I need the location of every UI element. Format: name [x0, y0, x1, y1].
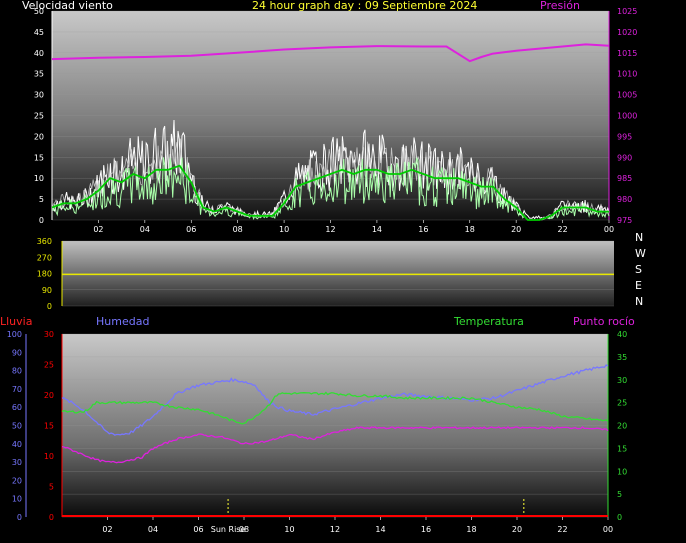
- temperature-y-tick: 40: [617, 330, 627, 339]
- pressure-y-tick: 980: [617, 195, 632, 204]
- wind-x-tick: 12: [325, 225, 335, 234]
- rain-y-tick: 15: [44, 422, 54, 431]
- humidity-y-tick: 20: [12, 476, 22, 485]
- wind-x-tick: 06: [186, 225, 196, 234]
- humidity-y-tick: 50: [12, 422, 22, 431]
- wind-x-tick: 02: [93, 225, 103, 234]
- compass-label: N: [635, 231, 643, 244]
- humidity-y-tick: 80: [12, 367, 22, 376]
- pressure-y-tick: 975: [617, 216, 632, 225]
- humidity-y-tick: 60: [12, 403, 22, 412]
- rain-y-tick: 0: [49, 513, 54, 522]
- pressure-y-tick: 1005: [617, 91, 637, 100]
- humidity-y-tick: 10: [12, 495, 22, 504]
- rain-y-tick: 25: [44, 361, 54, 370]
- temperature-y-tick: 30: [617, 376, 627, 385]
- weather-chart: 0510152025303540455097598098599099510001…: [7, 7, 646, 534]
- temperature-label: Temperatura: [454, 315, 524, 328]
- pressure-label: Presión: [540, 0, 580, 12]
- temperature-y-tick: 25: [617, 399, 627, 408]
- climate-x-tick: 10: [284, 525, 294, 534]
- temperature-y-tick: 35: [617, 353, 627, 362]
- sunrise-label: Sun Rise: [211, 525, 246, 534]
- wind-y-tick: 40: [34, 49, 44, 58]
- wind-speed-label: Velocidad viento: [22, 0, 113, 12]
- humidity-y-tick: 100: [7, 330, 22, 339]
- wind-x-tick: 10: [279, 225, 289, 234]
- humidity-y-tick: 40: [12, 440, 22, 449]
- compass-label: S: [635, 263, 642, 276]
- temperature-y-tick: 15: [617, 444, 627, 453]
- humidity-label: Humedad: [96, 315, 150, 328]
- wind-y-tick: 30: [34, 91, 44, 100]
- wind-x-tick: 14: [372, 225, 382, 234]
- temperature-y-tick: 20: [617, 422, 627, 431]
- wind-x-tick: 22: [557, 225, 567, 234]
- wind-x-tick: 04: [140, 225, 150, 234]
- climate-x-tick: 00: [603, 525, 613, 534]
- humidity-y-tick: 0: [17, 513, 22, 522]
- climate-x-tick: 18: [466, 525, 476, 534]
- humidity-y-tick: 90: [12, 348, 22, 357]
- rain-y-tick: 30: [44, 330, 54, 339]
- wind-y-tick: 15: [34, 153, 44, 162]
- compass-label: N: [635, 295, 643, 308]
- pressure-y-tick: 1000: [617, 112, 637, 121]
- rain-label: Lluvia: [0, 315, 33, 328]
- pressure-y-tick: 995: [617, 132, 632, 141]
- compass-label: E: [635, 279, 642, 292]
- humidity-y-tick: 70: [12, 385, 22, 394]
- wind-y-tick: 5: [39, 195, 44, 204]
- wind-y-tick: 25: [34, 112, 44, 121]
- direction-y-tick: 270: [37, 253, 52, 262]
- direction-y-tick: 90: [42, 286, 52, 295]
- dewpoint-label: Punto rocío: [573, 315, 635, 328]
- wind-y-tick: 0: [39, 216, 44, 225]
- wind-x-tick: 16: [418, 225, 428, 234]
- wind-x-tick: 18: [465, 225, 475, 234]
- climate-x-tick: 06: [193, 525, 203, 534]
- rain-y-tick: 10: [44, 452, 54, 461]
- climate-x-tick: 12: [330, 525, 340, 534]
- direction-y-tick: 360: [37, 237, 52, 246]
- wind-x-tick: 20: [511, 225, 521, 234]
- pressure-y-tick: 1020: [617, 28, 637, 37]
- direction-y-tick: 180: [37, 270, 52, 279]
- wind-y-tick: 35: [34, 70, 44, 79]
- climate-x-tick: 14: [375, 525, 385, 534]
- wind-x-tick: 00: [604, 225, 614, 234]
- temperature-y-tick: 5: [617, 490, 622, 499]
- climate-x-tick: 22: [557, 525, 567, 534]
- pressure-y-tick: 990: [617, 153, 632, 162]
- rain-y-tick: 20: [44, 391, 54, 400]
- wind-x-tick: 08: [233, 225, 243, 234]
- wind-y-tick: 45: [34, 28, 44, 37]
- climate-x-tick: 16: [421, 525, 431, 534]
- pressure-y-tick: 1015: [617, 49, 637, 58]
- climate-x-tick: 04: [148, 525, 158, 534]
- temperature-y-tick: 10: [617, 467, 627, 476]
- climate-x-tick: 02: [102, 525, 112, 534]
- climate-x-tick: 20: [512, 525, 522, 534]
- pressure-y-tick: 1010: [617, 70, 637, 79]
- pressure-y-tick: 1025: [617, 7, 637, 16]
- wind-y-tick: 20: [34, 132, 44, 141]
- pressure-y-tick: 985: [617, 174, 632, 183]
- wind-y-tick: 10: [34, 174, 44, 183]
- rain-y-tick: 5: [49, 483, 54, 492]
- compass-label: W: [635, 247, 646, 260]
- direction-y-tick: 0: [47, 302, 52, 311]
- temperature-y-tick: 0: [617, 513, 622, 522]
- chart-title: 24 hour graph day : 09 Septiembre 2024: [252, 0, 478, 12]
- humidity-y-tick: 30: [12, 458, 22, 467]
